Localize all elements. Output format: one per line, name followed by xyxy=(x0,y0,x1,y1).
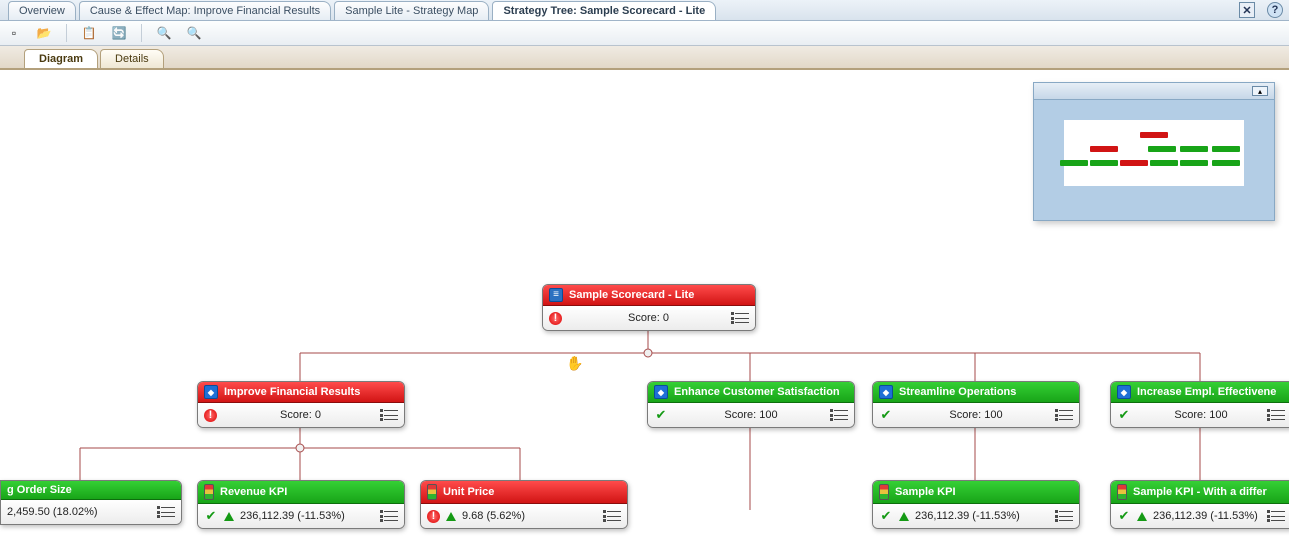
node-score: Score: 0 xyxy=(568,312,729,324)
minimap-panel[interactable]: ▴ xyxy=(1033,82,1275,221)
node-sample-kpi[interactable]: Sample KPI 236,112.39 (-11.53%) xyxy=(872,480,1080,529)
node-score: Score: 100 xyxy=(899,409,1053,421)
toolbar-separator xyxy=(141,24,142,42)
objective-icon xyxy=(1117,385,1131,399)
main-tabbar: Overview Cause & Effect Map: Improve Fin… xyxy=(0,0,1289,21)
view-tabbar: Diagram Details xyxy=(0,46,1289,70)
node-scorecard-root[interactable]: Sample Scorecard - Lite Score: 0 xyxy=(542,284,756,331)
open-button[interactable]: 📂 xyxy=(36,25,52,41)
node-score: Score: 100 xyxy=(1137,409,1265,421)
check-icon xyxy=(879,408,893,422)
check-icon xyxy=(654,408,668,422)
diagram-canvas[interactable]: Sample Scorecard - Lite Score: 0 Improve… xyxy=(0,70,1289,553)
node-title: Sample Scorecard - Lite xyxy=(569,289,694,301)
tab-cause-effect[interactable]: Cause & Effect Map: Improve Financial Re… xyxy=(79,1,331,20)
node-value: 236,112.39 (-11.53%) xyxy=(1153,510,1258,522)
node-value: 9.68 (5.62%) xyxy=(462,510,525,522)
node-menu-button[interactable] xyxy=(1059,511,1073,521)
minimap-canvas[interactable] xyxy=(1064,120,1244,186)
node-menu-button[interactable] xyxy=(1271,511,1285,521)
trend-up-icon xyxy=(446,512,456,521)
objective-icon xyxy=(204,385,218,399)
close-tab-button[interactable]: ✕ xyxy=(1239,2,1255,18)
node-menu-button[interactable] xyxy=(735,313,749,323)
node-value: 236,112.39 (-11.53%) xyxy=(240,510,345,522)
warning-icon xyxy=(204,409,217,422)
node-improve-financial[interactable]: Improve Financial Results Score: 0 xyxy=(197,381,405,428)
node-enhance-customer[interactable]: Enhance Customer Satisfaction Score: 100 xyxy=(647,381,855,428)
node-title: Streamline Operations xyxy=(899,386,1016,398)
traffic-light-icon xyxy=(427,484,437,500)
warning-icon xyxy=(427,510,440,523)
check-icon xyxy=(879,509,893,523)
node-title: Increase Empl. Effectivene xyxy=(1137,386,1276,398)
node-score: Score: 0 xyxy=(223,409,378,421)
pan-cursor-icon: ✋ xyxy=(566,355,583,372)
toolbar-separator xyxy=(66,24,67,42)
zoom-in-button[interactable]: 🔍 xyxy=(156,25,172,41)
objective-icon xyxy=(654,385,668,399)
node-menu-button[interactable] xyxy=(1059,410,1073,420)
node-title: Unit Price xyxy=(443,486,494,498)
node-title: Enhance Customer Satisfaction xyxy=(674,386,840,398)
help-button[interactable]: ? xyxy=(1267,2,1283,18)
zoom-out-button[interactable]: 🔍 xyxy=(186,25,202,41)
check-icon xyxy=(204,509,218,523)
node-title: Sample KPI xyxy=(895,486,956,498)
minimap-collapse-button[interactable]: ▴ xyxy=(1252,86,1268,96)
node-unit-price-kpi[interactable]: Unit Price 9.68 (5.62%) xyxy=(420,480,628,529)
node-menu-button[interactable] xyxy=(384,511,398,521)
tab-strategy-tree[interactable]: Strategy Tree: Sample Scorecard - Lite xyxy=(492,1,716,20)
toolbar: ▫ 📂 📋 🔄 🔍 🔍 xyxy=(0,21,1289,46)
objective-icon xyxy=(879,385,893,399)
node-menu-button[interactable] xyxy=(384,410,398,420)
node-menu-button[interactable] xyxy=(161,507,175,517)
subtab-diagram[interactable]: Diagram xyxy=(24,49,98,68)
traffic-light-icon xyxy=(204,484,214,500)
node-title: Improve Financial Results xyxy=(224,386,360,398)
tab-strategy-map[interactable]: Sample Lite - Strategy Map xyxy=(334,1,489,20)
node-streamline-ops[interactable]: Streamline Operations Score: 100 xyxy=(872,381,1080,428)
trend-up-icon xyxy=(224,512,234,521)
properties-button[interactable]: 📋 xyxy=(81,25,97,41)
node-employee-effectiveness[interactable]: Increase Empl. Effectivene Score: 100 xyxy=(1110,381,1289,428)
warning-icon xyxy=(549,312,562,325)
node-title: g Order Size xyxy=(7,484,72,496)
tab-overview[interactable]: Overview xyxy=(8,1,76,20)
node-value: 236,112.39 (-11.53%) xyxy=(915,510,1020,522)
node-title: Sample KPI - With a differ xyxy=(1133,486,1267,498)
node-score: Score: 100 xyxy=(674,409,828,421)
check-icon xyxy=(1117,509,1131,523)
node-menu-button[interactable] xyxy=(607,511,621,521)
minimap-header: ▴ xyxy=(1034,82,1274,100)
scorecard-icon xyxy=(549,288,563,302)
trend-up-icon xyxy=(899,512,909,521)
node-menu-button[interactable] xyxy=(834,410,848,420)
new-button[interactable]: ▫ xyxy=(6,25,22,41)
refresh-button[interactable]: 🔄 xyxy=(111,25,127,41)
traffic-light-icon xyxy=(879,484,889,500)
trend-up-icon xyxy=(1137,512,1147,521)
node-sample-kpi-diff[interactable]: Sample KPI - With a differ 236,112.39 (-… xyxy=(1110,480,1289,529)
node-revenue-kpi[interactable]: Revenue KPI 236,112.39 (-11.53%) xyxy=(197,480,405,529)
node-value: 2,459.50 (18.02%) xyxy=(7,506,98,518)
traffic-light-icon xyxy=(1117,484,1127,500)
node-menu-button[interactable] xyxy=(1271,410,1285,420)
node-title: Revenue KPI xyxy=(220,486,287,498)
check-icon xyxy=(1117,408,1131,422)
node-order-size-kpi[interactable]: g Order Size 2,459.50 (18.02%) xyxy=(0,480,182,525)
subtab-details[interactable]: Details xyxy=(100,49,164,68)
